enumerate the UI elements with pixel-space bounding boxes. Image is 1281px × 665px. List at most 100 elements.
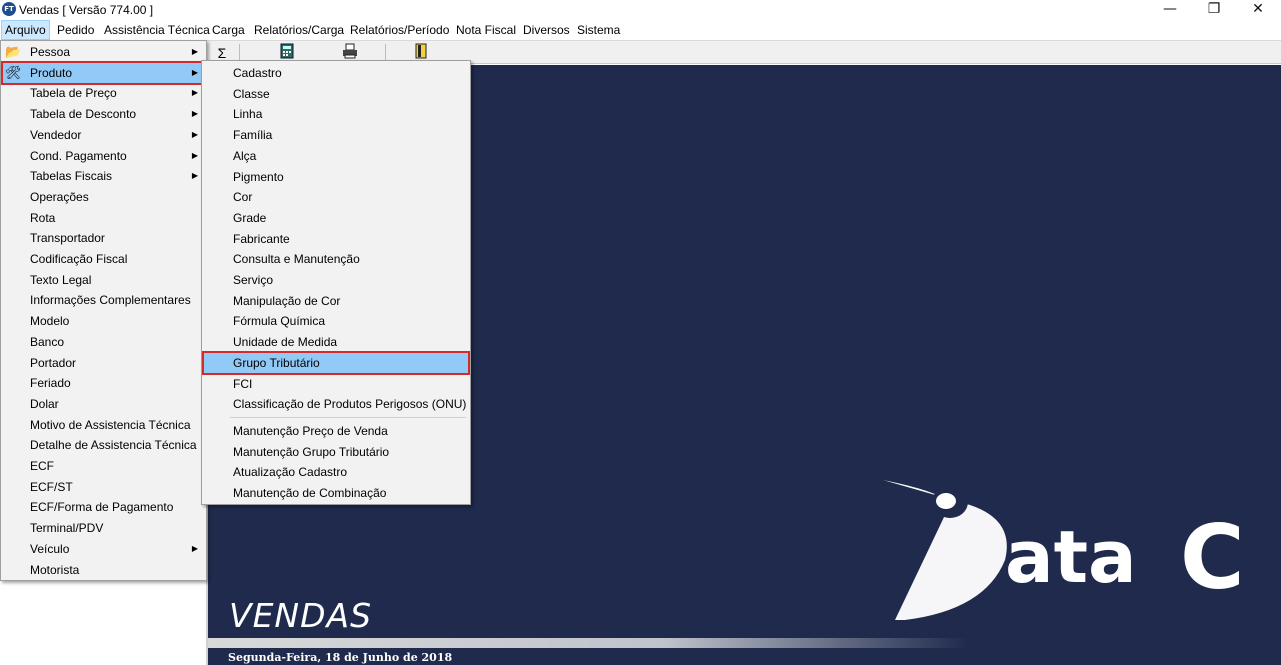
arquivo-item-tabelas-fiscais[interactable]: Tabelas Fiscais ▶ [3, 166, 204, 186]
menu-item-label: Classe [233, 86, 270, 101]
menu-relatorios-periodo[interactable]: Relatórios/Período [346, 20, 453, 40]
submenu-arrow-icon: ▶ [191, 171, 198, 181]
close-button[interactable]: ✕ [1236, 0, 1280, 20]
logo-letters-ata: ata [1005, 515, 1137, 599]
menu-item-label: Manipulação de Cor [233, 293, 341, 308]
produto-item-manipulacao-de-cor[interactable]: Manipulação de Cor [204, 291, 468, 311]
menu-assistencia-tecnica[interactable]: Assistência Técnica [100, 20, 214, 40]
window-title: Vendas [ Versão 774.00 ] [19, 3, 154, 17]
person-folder-icon: 📂 [5, 44, 22, 59]
produto-item-fabricante[interactable]: Fabricante [204, 229, 468, 249]
menu-pedido[interactable]: Pedido [53, 20, 98, 40]
arquivo-item-ecf-forma-de-pagamento[interactable]: ECF/Forma de Pagamento [3, 497, 204, 517]
produto-item-classe[interactable]: Classe [204, 84, 468, 104]
produto-item-grade[interactable]: Grade [204, 208, 468, 228]
menu-item-label: Codificação Fiscal [30, 252, 128, 266]
menu-sistema[interactable]: Sistema [573, 20, 624, 40]
maximize-button[interactable]: ❐ [1192, 0, 1236, 20]
produto-item-cor[interactable]: Cor [204, 187, 468, 207]
title-bar: FT Vendas [ Versão 774.00 ] — ❐ ✕ [0, 0, 1281, 20]
arquivo-item-ecf-st[interactable]: ECF/ST [3, 477, 204, 497]
arquivo-item-detalhe-de-assistencia-tecnica[interactable]: Detalhe de Assistencia Técnica [3, 435, 204, 455]
submenu-arrow-icon: ▶ [191, 47, 198, 56]
menu-item-label: Rota [30, 210, 56, 225]
menu-item-label: Produto [30, 65, 73, 80]
produto-item-manutencao-grupo-tributario[interactable]: Manutenção Grupo Tributário [204, 442, 468, 462]
menu-item-label: Portador [30, 355, 77, 370]
menu-item-label: Detalhe de Assistencia Técnica [30, 438, 197, 453]
arquivo-item-cond-pagamento[interactable]: Cond. Pagamento ▶ [3, 146, 204, 166]
produto-item-manutencao-preco-de-venda[interactable]: Manutenção Preço de Venda [204, 421, 468, 441]
arquivo-item-rota[interactable]: Rota [3, 208, 204, 228]
produto-item-unidade-de-medida[interactable]: Unidade de Medida [204, 332, 468, 352]
menu-item-label: Cond. Pagamento [30, 148, 127, 163]
produto-item-formula-quimica[interactable]: Fórmula Química [204, 311, 468, 331]
menu-item-label: Motorista [30, 562, 80, 577]
submenu-arrow-icon: ▶ [191, 88, 198, 98]
menu-item-label: Fabricante [233, 231, 290, 246]
arquivo-item-codificacao-fiscal[interactable]: Codificação Fiscal [3, 249, 204, 269]
menu-item-label: Cor [233, 190, 253, 205]
menu-item-label: ECF [30, 459, 54, 473]
produto-item-atualizacao-cadastro[interactable]: Atualização Cadastro [204, 462, 468, 482]
produto-item-alca[interactable]: Alça [204, 146, 468, 166]
produto-item-consulta-e-manutencao[interactable]: Consulta e Manutenção [204, 249, 468, 269]
decorative-strip [208, 638, 968, 648]
menu-item-label: Operações [30, 189, 89, 204]
submenu-arrow-icon: ▶ [191, 150, 198, 160]
arquivo-item-informacoes-complementares[interactable]: Informações Complementares [3, 290, 204, 310]
menu-item-label: Tabela de Preço [30, 86, 117, 101]
menu-item-label: Pessoa [30, 45, 71, 59]
arquivo-menu: 📂 Pessoa ▶ 🛠 Produto ▶ Tabela de Preço ▶ Tabela … [0, 40, 207, 581]
produto-item-classificacao-de-produtos-perigosos-onu[interactable]: Classificação de Produtos Perigosos (ONU… [204, 394, 468, 414]
menu-nota-fiscal[interactable]: Nota Fiscal [452, 20, 520, 40]
minimize-button[interactable]: — [1148, 0, 1192, 20]
produto-item-linha[interactable]: Linha [204, 104, 468, 124]
menu-item-label: Pigmento [233, 169, 284, 184]
produto-item-pigmento[interactable]: Pigmento [204, 167, 468, 187]
menu-item-label: Terminal/PDV [30, 521, 104, 536]
arquivo-item-operacoes[interactable]: Operações [3, 187, 204, 207]
menu-item-label: Vendedor [30, 127, 82, 142]
menu-item-label: Texto Legal [30, 272, 92, 287]
menu-item-label: Tabelas Fiscais [30, 169, 113, 184]
menu-item-label: Consulta e Manutenção [233, 252, 360, 267]
menu-carga[interactable]: Carga [208, 20, 249, 40]
menu-item-label: Grupo Tributário [233, 355, 320, 370]
menu-item-label: Cadastro [233, 66, 282, 80]
menu-item-label: Atualização Cadastro [233, 465, 348, 480]
submenu-arrow-icon: ▶ [191, 67, 198, 77]
produto-item-servico[interactable]: Serviço [204, 270, 468, 290]
produto-item-grupo-tributario[interactable]: Grupo Tributário [202, 350, 470, 375]
submenu-arrow-icon: ▶ [191, 129, 198, 139]
produto-item-manutencao-de-combinacao[interactable]: Manutenção de Combinação [204, 483, 468, 503]
menu-separator [230, 416, 466, 418]
arquivo-item-produto[interactable]: 🛠 Produto ▶ [1, 60, 206, 85]
menu-diversos[interactable]: Diversos [519, 20, 574, 40]
arquivo-item-motorista[interactable]: Motorista [3, 560, 204, 580]
menu-relatorios-carga[interactable]: Relatórios/Carga [250, 20, 348, 40]
produto-item-fci[interactable]: FCI [204, 374, 468, 394]
arquivo-item-transportador[interactable]: Transportador [3, 228, 204, 248]
menu-item-label: Dolar [30, 396, 59, 411]
arquivo-item-tabela-de-desconto[interactable]: Tabela de Desconto ▶ [3, 104, 204, 124]
menu-item-label: Unidade de Medida [233, 335, 338, 350]
arquivo-item-terminal-pdv[interactable]: Terminal/PDV [3, 518, 204, 538]
produto-item-familia[interactable]: Família [204, 125, 468, 145]
arquivo-item-dolar[interactable]: Dolar [3, 394, 204, 414]
arquivo-item-vendedor[interactable]: Vendedor ▶ [3, 125, 204, 145]
arquivo-item-modelo[interactable]: Modelo [3, 311, 204, 331]
arquivo-item-pessoa[interactable]: 📂 Pessoa ▶ [3, 42, 204, 62]
arquivo-item-banco[interactable]: Banco [3, 332, 204, 352]
arquivo-item-feriado[interactable]: Feriado [3, 373, 204, 393]
arquivo-item-texto-legal[interactable]: Texto Legal [3, 270, 204, 290]
arquivo-item-portador[interactable]: Portador [3, 353, 204, 373]
arquivo-item-tabela-de-preco[interactable]: Tabela de Preço ▶ [3, 83, 204, 103]
menu-arquivo[interactable]: Arquivo [1, 20, 50, 40]
menu-item-label: Fórmula Química [233, 314, 326, 329]
arquivo-item-motivo-de-assistencia-tecnica[interactable]: Motivo de Assistencia Técnica [3, 415, 204, 435]
arquivo-item-veiculo[interactable]: Veículo ▶ [3, 539, 204, 559]
menu-item-label: Classificação de Produtos Perigosos (ONU… [233, 397, 467, 412]
produto-item-cadastro[interactable]: Cadastro [204, 63, 468, 83]
arquivo-item-ecf[interactable]: ECF [3, 456, 204, 476]
